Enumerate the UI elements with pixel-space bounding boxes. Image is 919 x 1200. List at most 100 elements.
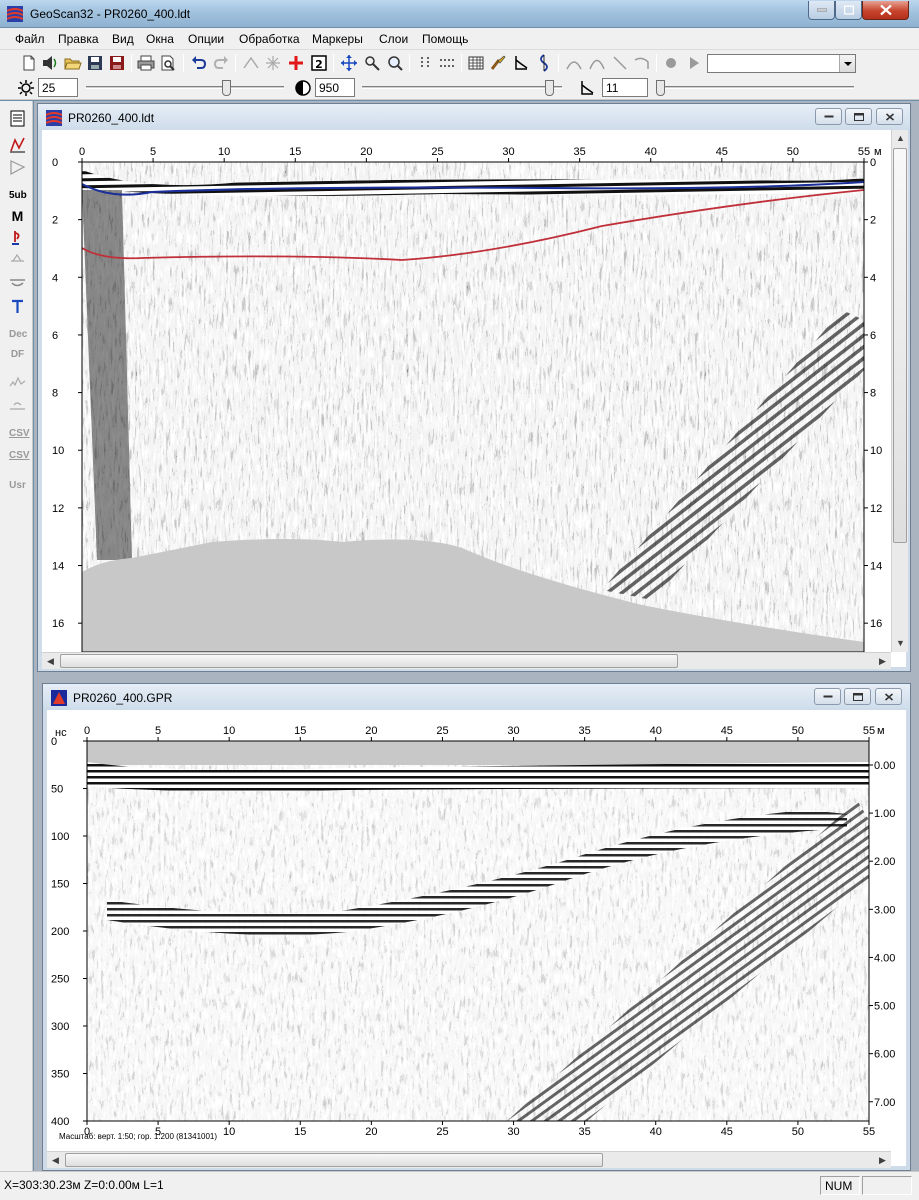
radargram-view-1[interactable]: 0 5 10 15 20 25 30 35 40 45 50 55 м 0 2 4 6 8 10 12 14 16 02… — [42, 130, 908, 669]
horizontal-scrollbar-2[interactable]: ◀ ▶ — [47, 1151, 891, 1168]
scroll-right-arrow[interactable]: ▶ — [874, 653, 891, 670]
brightness-field[interactable]: 25 — [38, 78, 78, 97]
title-bar[interactable]: GeoScan32 - PR0260_400.ldt — [0, 0, 919, 28]
text-tool-icon[interactable] — [9, 298, 26, 315]
x-tick-label-bottom: 5 — [155, 1126, 161, 1138]
brightness-slider-track[interactable] — [86, 86, 284, 89]
arc-icon[interactable] — [588, 54, 606, 72]
zoom-icon[interactable] — [386, 54, 404, 72]
record-icon[interactable] — [662, 54, 680, 72]
crosshair-icon[interactable] — [287, 54, 305, 72]
peak-icon[interactable] — [242, 54, 260, 72]
csv-export-2[interactable]: CSV — [9, 447, 30, 464]
decon-tool[interactable]: Dec — [9, 326, 27, 343]
move-icon[interactable] — [340, 54, 358, 72]
minimize-button[interactable] — [808, 1, 835, 20]
number-two-icon[interactable]: 2 — [310, 54, 328, 72]
vertical-dots-icon[interactable] — [416, 54, 434, 72]
minimize-icon — [816, 8, 827, 12]
print-icon[interactable] — [137, 54, 155, 72]
child-close-button[interactable] — [875, 688, 902, 705]
menu-help[interactable]: Помощь — [422, 32, 468, 46]
save-icon[interactable] — [86, 54, 104, 72]
filter-icon[interactable] — [9, 159, 26, 176]
child-minimize-button[interactable] — [815, 108, 842, 125]
df-tool[interactable]: DF — [9, 346, 26, 363]
close-button[interactable] — [862, 1, 909, 20]
maximize-button[interactable] — [835, 1, 862, 20]
play-icon[interactable] — [685, 54, 703, 72]
hyperbola-icon[interactable] — [565, 54, 583, 72]
open-folder-icon[interactable] — [64, 54, 82, 72]
horizon-icon[interactable] — [9, 399, 26, 416]
table-icon[interactable] — [467, 54, 485, 72]
vertical-scrollbar-1[interactable]: ▲ ▼ — [891, 130, 908, 652]
sound-icon[interactable] — [41, 54, 59, 72]
x-tick-label: 55 — [863, 725, 875, 737]
scroll-left-arrow[interactable]: ◀ — [42, 653, 59, 670]
velocity-icon[interactable] — [512, 54, 530, 72]
brush-icon[interactable] — [489, 54, 507, 72]
gain-slider-thumb[interactable] — [656, 80, 665, 96]
antenna-icon[interactable] — [9, 251, 26, 268]
menu-options[interactable]: Опции — [188, 32, 224, 46]
user-tool[interactable]: Usr — [9, 477, 26, 494]
radargram-canvas-2[interactable]: нс Масштаб: верт. 1:50; гор. 1:200 (8134… — [47, 710, 908, 1168]
menu-file[interactable]: Файл — [15, 32, 45, 46]
wave-icon[interactable] — [535, 54, 553, 72]
scroll-thumb[interactable] — [60, 654, 678, 668]
report-icon[interactable] — [9, 110, 26, 127]
spectrum-icon[interactable] — [9, 374, 26, 391]
contrast-field[interactable]: 950 — [315, 78, 355, 97]
curve-icon[interactable] — [633, 54, 651, 72]
no-data-region — [87, 741, 869, 765]
chevron-down-icon[interactable] — [839, 55, 855, 72]
menu-edit[interactable]: Правка — [58, 32, 99, 46]
child-restore-button[interactable] — [845, 108, 872, 125]
menu-layers[interactable]: Слои — [379, 32, 408, 46]
radargram-window-gpr[interactable]: PR0260_400.GPR нс Масштаб: верт. 1:50; г… — [42, 683, 911, 1171]
layers-icon[interactable] — [9, 274, 26, 291]
child-minimize-button[interactable] — [814, 688, 841, 705]
layer-combo[interactable] — [707, 54, 856, 73]
gain-field[interactable]: 11 — [602, 78, 648, 97]
star-icon[interactable] — [264, 54, 282, 72]
child-title-bar[interactable]: PR0260_400.ldt — [38, 104, 910, 130]
toolbar-separator — [656, 54, 657, 72]
trace-icon[interactable] — [9, 136, 26, 153]
scroll-right-arrow[interactable]: ▶ — [874, 1152, 891, 1169]
scroll-left-arrow[interactable]: ◀ — [47, 1152, 64, 1169]
child-title-bar[interactable]: PR0260_400.GPR — [43, 684, 910, 710]
line-icon[interactable] — [611, 54, 629, 72]
pointer-icon[interactable] — [9, 230, 26, 247]
radargram-view-2[interactable]: нс Масштаб: верт. 1:50; гор. 1:200 (8134… — [47, 710, 908, 1168]
menu-processing[interactable]: Обработка — [239, 32, 300, 46]
scroll-up-arrow[interactable]: ▲ — [892, 130, 909, 147]
scroll-thumb[interactable] — [65, 1153, 603, 1167]
subtract-tool[interactable]: 5ub — [9, 187, 27, 204]
contrast-slider-thumb[interactable] — [545, 80, 555, 96]
new-file-icon[interactable] — [20, 54, 38, 72]
menu-markers[interactable]: Маркеры — [312, 32, 363, 46]
scroll-thumb[interactable] — [893, 148, 907, 543]
zoom-rect-icon[interactable] — [363, 54, 381, 72]
child-maximize-button[interactable] — [844, 688, 871, 705]
save-as-icon[interactable] — [108, 54, 126, 72]
x-tick-label-bottom: 35 — [579, 1126, 591, 1138]
contrast-slider-track[interactable] — [362, 86, 562, 89]
radargram-window-ldt[interactable]: PR0260_400.ldt 0 5 10 15 20 25 30 35 40 … — [37, 103, 911, 672]
print-preview-icon[interactable] — [159, 54, 177, 72]
radargram-canvas-1[interactable]: 0 5 10 15 20 25 30 35 40 45 50 55 м 0246810121416 02… — [42, 130, 908, 669]
horizontal-scrollbar-1[interactable]: ◀ ▶ — [42, 652, 891, 669]
menu-windows[interactable]: Окна — [146, 32, 174, 46]
brightness-slider-thumb[interactable] — [222, 80, 232, 96]
marker-tool[interactable]: M — [9, 208, 26, 225]
undo-icon[interactable] — [190, 54, 208, 72]
menu-view[interactable]: Вид — [112, 32, 134, 46]
horizontal-dots-icon[interactable] — [438, 54, 456, 72]
child-close-button[interactable] — [876, 108, 903, 125]
gain-slider-track[interactable] — [656, 86, 854, 89]
redo-icon[interactable] — [212, 54, 230, 72]
csv-export-1[interactable]: CSV — [9, 425, 30, 442]
scroll-down-arrow[interactable]: ▼ — [892, 635, 909, 652]
